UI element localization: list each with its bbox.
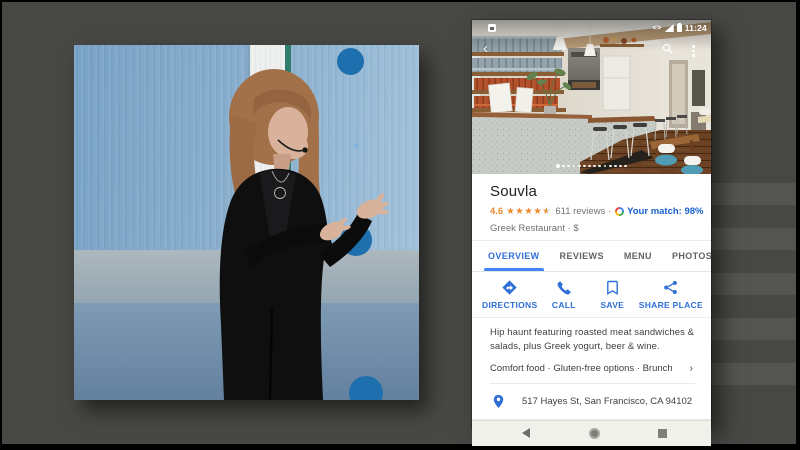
- call-button[interactable]: CALL: [542, 280, 586, 310]
- background-stripe: [696, 318, 796, 340]
- background-stripe: [696, 273, 796, 295]
- status-time: 11:24: [684, 23, 707, 33]
- action-bar: DIRECTIONS CALL SAVE SHARE PLACE: [472, 272, 711, 318]
- presenter: [219, 69, 389, 400]
- tab-overview[interactable]: OVERVIEW: [478, 241, 550, 271]
- slide-background: <> 11:24 ‹ Souvla 4.6 ★★★★★ ★ 611 review…: [2, 2, 796, 446]
- status-bar: <> 11:24: [472, 20, 711, 34]
- address-row[interactable]: 517 Hayes St, San Francisco, CA 94102: [472, 383, 711, 420]
- save-icon: [606, 280, 618, 295]
- rating-row[interactable]: 4.6 ★★★★★ ★ 611 reviews · Your match: 98%: [490, 206, 704, 217]
- presenter-photo: [74, 45, 419, 400]
- chevron-right-icon: ›: [689, 362, 693, 374]
- back-nav-icon[interactable]: [522, 428, 530, 439]
- carousel-dots[interactable]: [472, 164, 711, 168]
- attributes-row[interactable]: Comfort food · Gluten-free options · Bru…: [490, 363, 695, 384]
- back-icon[interactable]: ‹: [483, 41, 488, 56]
- tab-bar: OVERVIEW REVIEWS MENU PHOTOS: [472, 240, 712, 272]
- code-icon: <>: [652, 24, 662, 32]
- star-rating-icons: ★★★★★ ★: [506, 206, 552, 217]
- background-stripe: [696, 363, 796, 385]
- phone-screen: <> 11:24 ‹ Souvla 4.6 ★★★★★ ★ 611 review…: [472, 20, 712, 446]
- match-ring-icon: [615, 207, 625, 216]
- slide-frame: <> 11:24 ‹ Souvla 4.6 ★★★★★ ★ 611 review…: [0, 0, 800, 450]
- directions-button[interactable]: DIRECTIONS: [482, 280, 537, 310]
- overview-section: Hip haunt featuring roasted meat sandwic…: [472, 318, 711, 384]
- place-address: 517 Hayes St, San Francisco, CA 94102: [522, 395, 693, 407]
- screenshot-icon: [488, 24, 496, 32]
- attributes-text: Comfort food · Gluten-free options · Bru…: [490, 362, 673, 374]
- tab-reviews[interactable]: REVIEWS: [550, 241, 614, 271]
- tab-photos[interactable]: PHOTOS: [662, 241, 722, 271]
- home-nav-icon[interactable]: [588, 427, 600, 439]
- background-stripe: [696, 183, 796, 205]
- rating-value: 4.6: [490, 206, 504, 217]
- place-name: Souvla: [490, 183, 538, 200]
- place-category: Greek Restaurant · $: [490, 223, 579, 234]
- battery-icon: [676, 22, 682, 32]
- tab-menu[interactable]: MENU: [614, 241, 662, 271]
- place-info: Souvla 4.6 ★★★★★ ★ 611 reviews · Your mat…: [472, 174, 711, 240]
- location-pin-icon: [493, 394, 504, 408]
- share-icon: [664, 280, 678, 295]
- restaurant-interior-photo: [472, 20, 711, 174]
- overflow-menu-icon[interactable]: [692, 45, 695, 57]
- carousel-dot[interactable]: [555, 164, 560, 168]
- share-place-button[interactable]: SHARE PLACE: [639, 280, 703, 310]
- place-photo-carousel[interactable]: <> 11:24 ‹: [472, 20, 711, 174]
- directions-icon: [502, 280, 517, 295]
- your-match-score[interactable]: Your match: 98%: [627, 206, 703, 217]
- signal-icon: [664, 24, 674, 32]
- recents-nav-icon[interactable]: [658, 428, 667, 438]
- reviews-count[interactable]: 611 reviews ·: [555, 206, 611, 217]
- save-button[interactable]: SAVE: [590, 280, 634, 310]
- search-icon[interactable]: [662, 43, 673, 54]
- place-description: Hip haunt featuring roasted meat sandwic…: [490, 327, 695, 352]
- android-nav-bar: [472, 419, 711, 446]
- call-icon: [557, 281, 572, 295]
